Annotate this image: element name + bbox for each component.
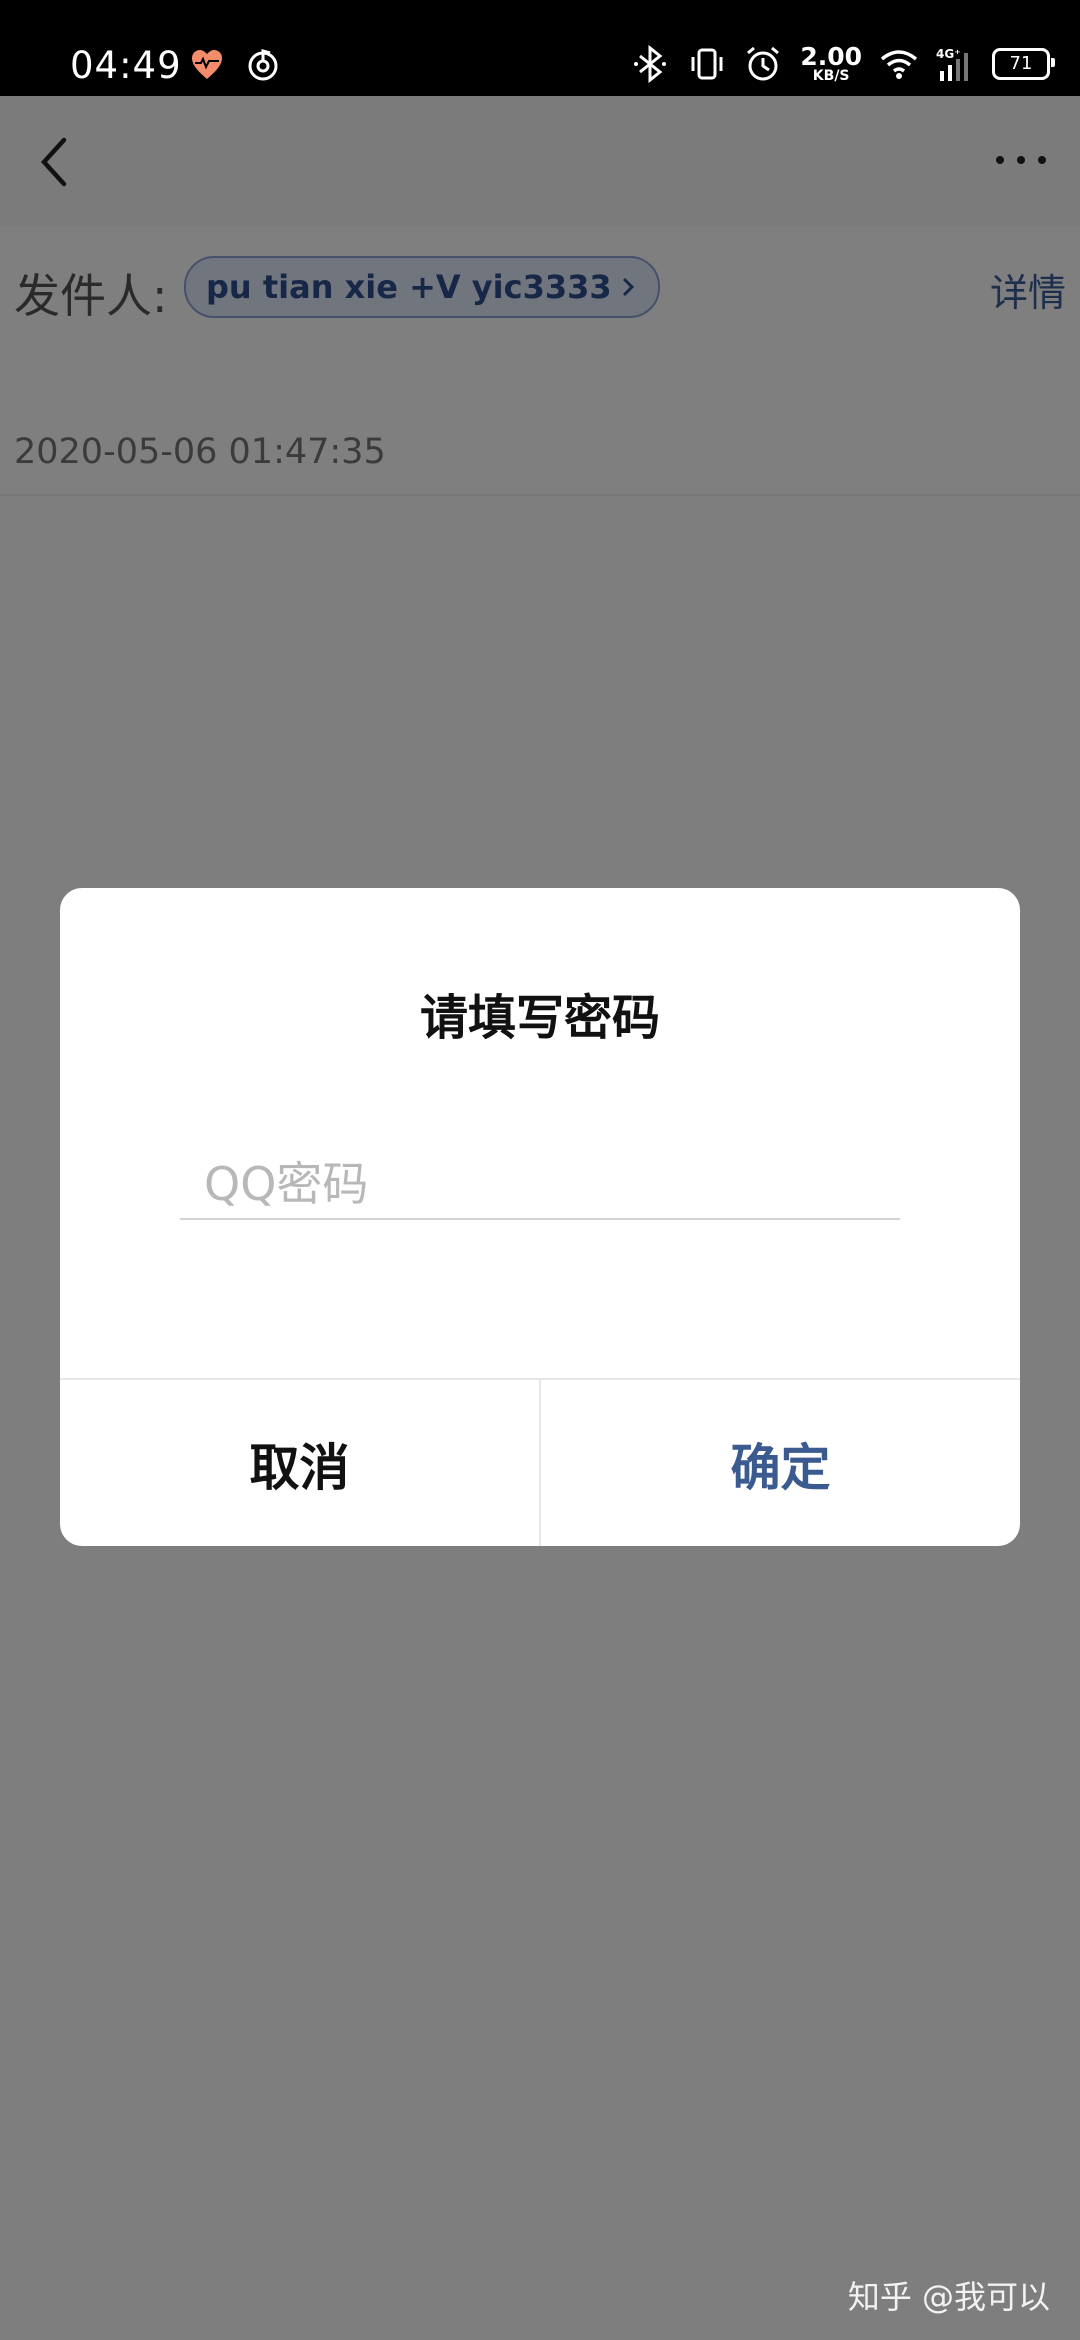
dialog-title: 请填写密码 <box>419 990 660 1046</box>
password-input[interactable] <box>180 1150 900 1220</box>
dialog-button-row: 取消 确定 <box>60 1378 1020 1546</box>
wifi-icon <box>880 49 918 79</box>
alarm-icon <box>747 46 780 80</box>
music-icon <box>248 49 278 81</box>
svg-text:4G⁺: 4G⁺ <box>936 47 961 61</box>
status-time: 04:49 <box>70 44 182 87</box>
status-bar: 04:49 2.00 KB/S 4G⁺ 71 <box>0 0 1080 96</box>
signal-4g-icon: 4G⁺ <box>936 47 968 81</box>
password-dialog: 请填写密码 取消 确定 <box>60 888 1020 1546</box>
network-speed: 2.00 KB/S <box>800 42 862 84</box>
watermark: 知乎 @我可以 <box>847 2278 1050 2316</box>
cancel-button[interactable]: 取消 <box>60 1380 541 1546</box>
health-icon <box>192 50 222 79</box>
bluetooth-icon <box>634 44 667 83</box>
confirm-button[interactable]: 确定 <box>541 1380 1020 1546</box>
battery-icon: 71 <box>992 47 1055 80</box>
vibrate-icon <box>691 48 723 79</box>
